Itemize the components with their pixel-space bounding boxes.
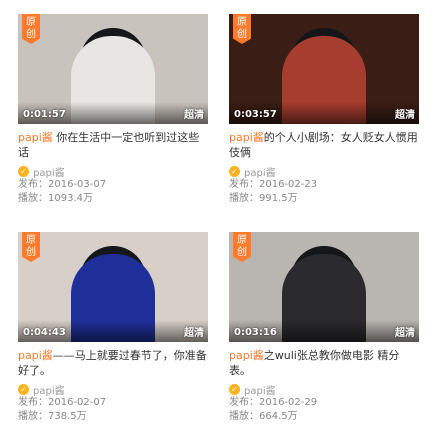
video-title[interactable]: papi酱——马上就要过春节了，你准备好了。 xyxy=(18,348,208,378)
title-author[interactable]: papi酱 xyxy=(229,349,264,362)
quality-label: 超清 xyxy=(395,110,415,121)
video-title[interactable]: papi酱 你在生活中一定也听到过这些话 xyxy=(18,130,208,160)
video-thumbnail[interactable]: 原创 0:03:57 超清 xyxy=(229,14,419,124)
play-count: 664.5万 xyxy=(259,411,298,422)
channel-row[interactable]: ✓ papi酱 xyxy=(18,382,208,397)
plays-row: 播放：664.5万 xyxy=(229,410,419,424)
video-card[interactable]: 原创 0:03:16 超清 papi酱之wuli张总教你做电影 精分表。 ✓ p… xyxy=(229,232,419,424)
video-title[interactable]: papi酱的个人小剧场：女人贬女人惯用伎俩 xyxy=(229,130,419,160)
publish-row: 发布：2016-02-07 xyxy=(18,396,208,410)
quality-label: 超清 xyxy=(184,328,204,339)
title-author[interactable]: papi酱 xyxy=(229,131,264,144)
plays-row: 播放：1093.4万 xyxy=(18,192,208,206)
video-duration: 0:04:43 xyxy=(23,327,66,338)
publish-label: 发布： xyxy=(18,179,48,190)
publish-label: 发布： xyxy=(229,179,259,190)
video-card[interactable]: 原创 0:04:43 超清 papi酱——马上就要过春节了，你准备好了。 ✓ p… xyxy=(18,232,208,424)
quality-label: 超清 xyxy=(395,328,415,339)
plays-row: 播放：738.5万 xyxy=(18,410,208,424)
channel-name[interactable]: papi酱 xyxy=(33,382,65,397)
publish-label: 发布： xyxy=(18,397,48,408)
channel-row[interactable]: ✓ papi酱 xyxy=(18,164,208,179)
original-badge: 原创 xyxy=(22,14,40,44)
plays-row: 播放：991.5万 xyxy=(229,192,419,206)
publish-row: 发布：2016-03-07 xyxy=(18,178,208,192)
video-thumbnail[interactable]: 原创 0:03:16 超清 xyxy=(229,232,419,342)
publish-date: 2016-02-23 xyxy=(259,179,318,190)
publish-date: 2016-03-07 xyxy=(48,179,107,190)
quality-label: 超清 xyxy=(184,110,204,121)
channel-name[interactable]: papi酱 xyxy=(244,382,276,397)
video-duration: 0:03:16 xyxy=(234,327,277,338)
video-card[interactable]: 原创 0:03:57 超清 papi酱的个人小剧场：女人贬女人惯用伎俩 ✓ pa… xyxy=(229,14,419,206)
publish-date: 2016-02-07 xyxy=(48,397,107,408)
publish-row: 发布：2016-02-23 xyxy=(229,178,419,192)
play-count: 991.5万 xyxy=(259,193,298,204)
plays-label: 播放： xyxy=(229,411,259,422)
plays-label: 播放： xyxy=(229,193,259,204)
plays-label: 播放： xyxy=(18,193,48,204)
play-count: 1093.4万 xyxy=(48,193,93,204)
title-author[interactable]: papi酱 xyxy=(18,349,53,362)
title-author[interactable]: papi酱 xyxy=(18,131,53,144)
video-duration: 0:03:57 xyxy=(234,109,277,120)
original-badge: 原创 xyxy=(233,232,251,262)
video-card[interactable]: 原创 0:01:57 超清 papi酱 你在生活中一定也听到过这些话 ✓ pap… xyxy=(18,14,208,206)
publish-row: 发布：2016-02-29 xyxy=(229,396,419,410)
channel-name[interactable]: papi酱 xyxy=(33,164,65,179)
verified-icon: ✓ xyxy=(18,383,29,395)
video-title[interactable]: papi酱之wuli张总教你做电影 精分表。 xyxy=(229,348,419,378)
original-badge: 原创 xyxy=(233,14,251,44)
channel-name[interactable]: papi酱 xyxy=(244,164,276,179)
publish-date: 2016-02-29 xyxy=(259,397,318,408)
play-count: 738.5万 xyxy=(48,411,87,422)
original-badge: 原创 xyxy=(22,232,40,262)
verified-icon: ✓ xyxy=(18,165,29,177)
publish-label: 发布： xyxy=(229,397,259,408)
channel-row[interactable]: ✓ papi酱 xyxy=(229,164,419,179)
plays-label: 播放： xyxy=(18,411,48,422)
verified-icon: ✓ xyxy=(229,165,240,177)
video-duration: 0:01:57 xyxy=(23,109,66,120)
video-thumbnail[interactable]: 原创 0:01:57 超清 xyxy=(18,14,208,124)
video-thumbnail[interactable]: 原创 0:04:43 超清 xyxy=(18,232,208,342)
verified-icon: ✓ xyxy=(229,383,240,395)
channel-row[interactable]: ✓ papi酱 xyxy=(229,382,419,397)
